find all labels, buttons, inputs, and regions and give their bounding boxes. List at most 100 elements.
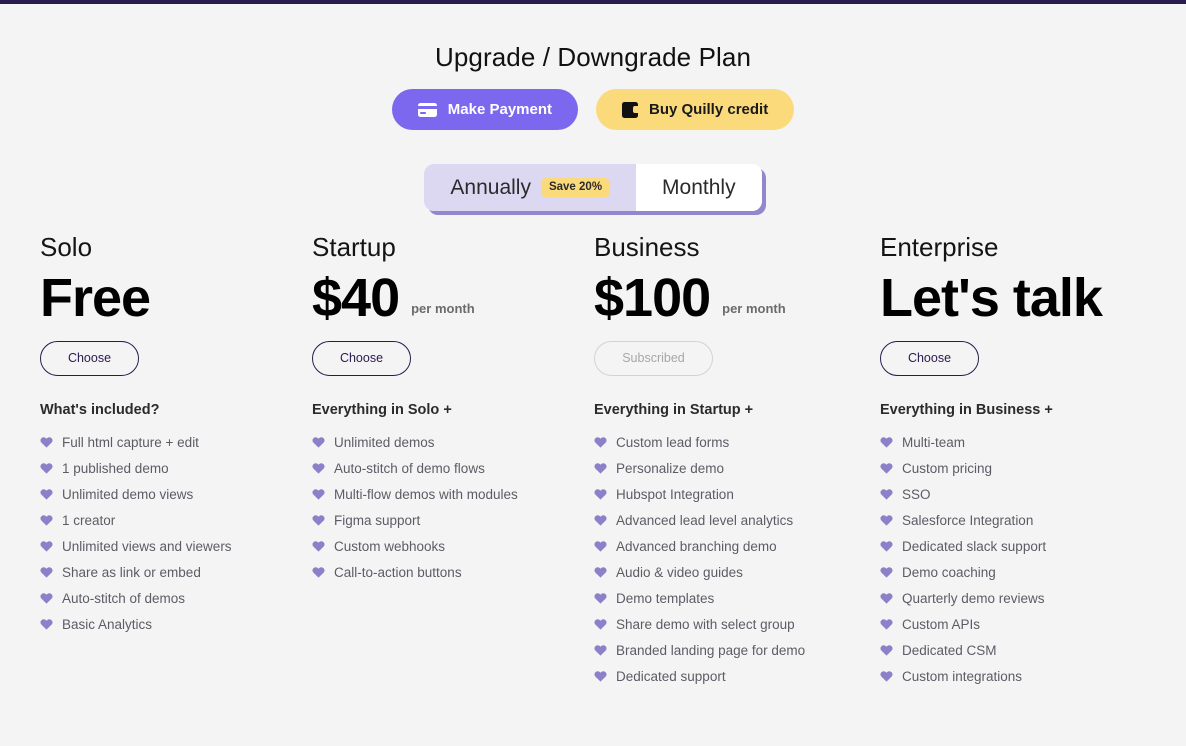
- feature-label: Branded landing page for demo: [616, 642, 806, 658]
- feature-label: Dedicated slack support: [902, 538, 1047, 554]
- billing-toggle-monthly-label: Monthly: [662, 175, 736, 199]
- feature-label: SSO: [902, 486, 931, 502]
- feature-item: Custom lead forms: [594, 435, 858, 450]
- heart-icon: [40, 463, 53, 474]
- feature-item: Dedicated CSM: [880, 643, 1144, 658]
- feature-label: Dedicated CSM: [902, 642, 997, 658]
- billing-toggle-annually-label: Annually: [450, 175, 531, 199]
- feature-label: Unlimited demo views: [62, 486, 194, 502]
- feature-label: Advanced branching demo: [616, 538, 777, 554]
- plan-columns: Solo Free Choose What's included? Full html …: [0, 232, 1186, 695]
- plan-cta-startup[interactable]: Choose: [312, 340, 411, 376]
- feature-label: Audio & video guides: [616, 564, 743, 580]
- feature-item: 1 published demo: [40, 461, 286, 476]
- feature-item: Audio & video guides: [594, 565, 858, 580]
- feature-label: Auto-stitch of demo flows: [334, 460, 485, 476]
- billing-toggle-wrapper: Annually Save 20% Monthly: [0, 164, 1186, 211]
- plan-name: Startup: [312, 232, 396, 262]
- feature-label: Full html capture + edit: [62, 434, 199, 450]
- heart-icon: [594, 541, 607, 552]
- plan-included-title: What's included?: [40, 401, 160, 418]
- heart-icon: [880, 645, 893, 656]
- feature-label: Auto-stitch of demos: [62, 590, 186, 606]
- plan-cta-enterprise[interactable]: Choose: [880, 340, 979, 376]
- make-payment-button[interactable]: Make Payment: [391, 89, 578, 130]
- heart-icon: [880, 489, 893, 500]
- pricing-page: Upgrade / Downgrade Plan Make Payment Bu…: [0, 4, 1186, 746]
- feature-item: Unlimited demo views: [40, 487, 286, 502]
- plan-name: Enterprise: [880, 232, 999, 262]
- feature-item: Advanced lead level analytics: [594, 513, 858, 528]
- plan-name: Solo: [40, 232, 93, 262]
- heart-icon: [594, 645, 607, 656]
- feature-item: Custom integrations: [880, 669, 1144, 684]
- plan-price-row: $40 per month: [312, 269, 572, 328]
- feature-item: Dedicated slack support: [880, 539, 1144, 554]
- feature-item: Full html capture + edit: [40, 435, 286, 450]
- heart-icon: [880, 619, 893, 630]
- feature-item: Dedicated support: [594, 669, 858, 684]
- feature-item: Advanced branching demo: [594, 539, 858, 554]
- plan-feature-list: Unlimited demos Auto-stitch of demo flows…: [312, 435, 572, 580]
- heart-icon: [312, 541, 325, 552]
- plan-period: per month: [722, 300, 786, 316]
- billing-toggle-annually[interactable]: Annually Save 20%: [424, 164, 637, 211]
- plan-period: per month: [411, 300, 475, 316]
- heart-icon: [40, 541, 53, 552]
- plan-included-title: Everything in Business +: [880, 401, 1053, 418]
- feature-item: Multi-team: [880, 435, 1144, 450]
- feature-label: Personalize demo: [616, 460, 725, 476]
- plan-column-business: Business $100 per month Subscribed Everythin…: [572, 232, 858, 695]
- heart-icon: [594, 489, 607, 500]
- heart-icon: [594, 567, 607, 578]
- feature-item: Share as link or embed: [40, 565, 286, 580]
- heart-icon: [594, 593, 607, 604]
- save-badge: Save 20%: [540, 177, 611, 198]
- heart-icon: [880, 671, 893, 682]
- plan-price-row: $100 per month: [594, 269, 858, 328]
- plan-included-title: Everything in Startup +: [594, 401, 754, 418]
- heart-icon: [40, 515, 53, 526]
- plan-included-title: Everything in Solo +: [312, 401, 452, 418]
- heart-icon: [880, 463, 893, 474]
- heart-icon: [880, 541, 893, 552]
- feature-item: Personalize demo: [594, 461, 858, 476]
- plan-feature-list: Multi-team Custom pricing SSO Salesforce In…: [880, 435, 1144, 684]
- plan-cta-solo[interactable]: Choose: [40, 340, 139, 376]
- buy-quilly-credit-button[interactable]: Buy Quilly credit: [596, 89, 795, 130]
- page-title: Upgrade / Downgrade Plan: [434, 42, 752, 72]
- heart-icon: [880, 567, 893, 578]
- feature-label: Custom pricing: [902, 460, 993, 476]
- feature-item: Basic Analytics: [40, 617, 286, 632]
- feature-label: Call-to-action buttons: [334, 564, 462, 580]
- plan-feature-list: Full html capture + edit 1 published demo…: [40, 435, 286, 632]
- plan-cta-business: Subscribed: [594, 340, 713, 376]
- billing-toggle[interactable]: Annually Save 20% Monthly: [424, 164, 762, 211]
- heart-icon: [594, 619, 607, 630]
- heart-icon: [312, 437, 325, 448]
- heart-icon: [594, 437, 607, 448]
- feature-item: Multi-flow demos with modules: [312, 487, 572, 502]
- feature-label: Multi-team: [902, 434, 966, 450]
- feature-item: Custom webhooks: [312, 539, 572, 554]
- credit-card-icon: [417, 102, 437, 117]
- feature-label: Demo coaching: [902, 564, 996, 580]
- feature-label: Share as link or embed: [62, 564, 201, 580]
- heart-icon: [594, 671, 607, 682]
- heart-icon: [880, 593, 893, 604]
- heart-icon: [40, 619, 53, 630]
- feature-label: Custom webhooks: [334, 538, 446, 554]
- feature-label: Salesforce Integration: [902, 512, 1034, 528]
- billing-toggle-monthly[interactable]: Monthly: [636, 164, 762, 211]
- feature-item: Branded landing page for demo: [594, 643, 858, 658]
- heart-icon: [40, 567, 53, 578]
- feature-item: SSO: [880, 487, 1144, 502]
- feature-item: Hubspot Integration: [594, 487, 858, 502]
- feature-label: Advanced lead level analytics: [616, 512, 794, 528]
- heart-icon: [880, 515, 893, 526]
- feature-item: Auto-stitch of demo flows: [312, 461, 572, 476]
- feature-label: Share demo with select group: [616, 616, 795, 632]
- feature-item: Custom APIs: [880, 617, 1144, 632]
- feature-label: Unlimited demos: [334, 434, 435, 450]
- heart-icon: [312, 515, 325, 526]
